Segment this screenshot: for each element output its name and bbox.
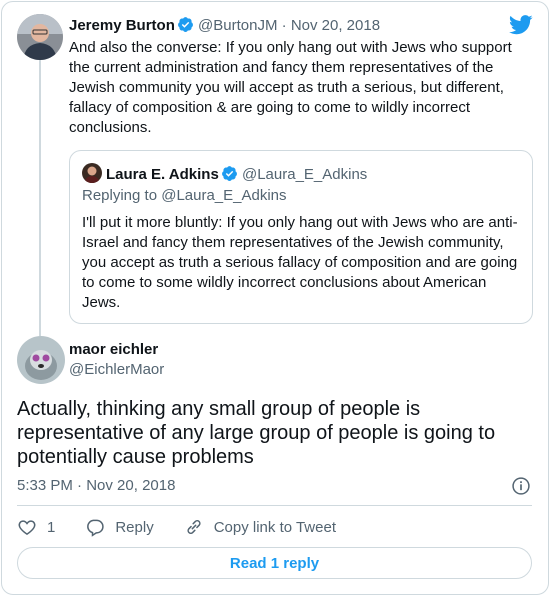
copy-link-button[interactable]: Copy link to Tweet [184,517,336,537]
parent-date[interactable]: Nov 20, 2018 [291,17,380,34]
tweet-timestamp[interactable]: 5:33 PM · Nov 20, 2018 [17,477,175,494]
thread-line [39,60,41,336]
info-icon[interactable] [511,476,531,496]
parent-author-name[interactable]: Jeremy Burton [69,17,175,34]
copy-link-label: Copy link to Tweet [213,518,336,536]
separator-dot: · [281,17,287,34]
tweet-time: 5:33 PM [17,477,73,494]
replying-to-label: Replying to @Laura_E_Adkins [82,187,287,204]
parent-tweet-header: Jeremy Burton @BurtonJM · Nov 20, 2018 [69,16,380,34]
reply-icon [87,519,105,537]
avatar-maor-eichler[interactable] [17,336,65,384]
reply-button[interactable]: Reply [85,517,154,537]
separator-dot: · [77,477,83,494]
tweet-date: Nov 20, 2018 [86,477,176,494]
twitter-bird-icon[interactable] [509,15,533,35]
read-replies-button[interactable]: Read 1 reply [17,547,532,579]
parent-handle[interactable]: @BurtonJM [198,17,277,34]
main-author-name[interactable]: maor eichler [69,341,158,358]
verified-badge-icon [221,166,237,181]
link-icon [187,520,201,534]
avatar-jeremy-burton[interactable] [17,14,63,60]
quoted-tweet-header: Laura E. Adkins @Laura_E_Adkins [82,163,367,183]
quoted-tweet-text: I'll put it more bluntly: If you only ha… [82,214,518,311]
divider [17,505,532,506]
quoted-author-name[interactable]: Laura E. Adkins [106,166,219,183]
quoted-handle[interactable]: @Laura_E_Adkins [242,166,367,183]
heart-icon [18,520,36,535]
main-tweet-text: Actually, thinking any small group of pe… [17,398,496,468]
parent-tweet-text: And also the converse: If you only hang … [69,39,512,136]
action-bar: 1 Reply Copy link to Tweet [17,513,366,541]
main-handle[interactable]: @EichlerMaor [69,361,164,378]
like-count: 1 [47,518,56,536]
verified-badge-icon [177,17,193,32]
reply-label: Reply [115,518,154,536]
like-button[interactable]: 1 [17,517,55,537]
quoted-tweet[interactable]: Laura E. Adkins @Laura_E_Adkins Replying… [69,150,533,324]
avatar-laura-adkins[interactable] [82,163,102,183]
